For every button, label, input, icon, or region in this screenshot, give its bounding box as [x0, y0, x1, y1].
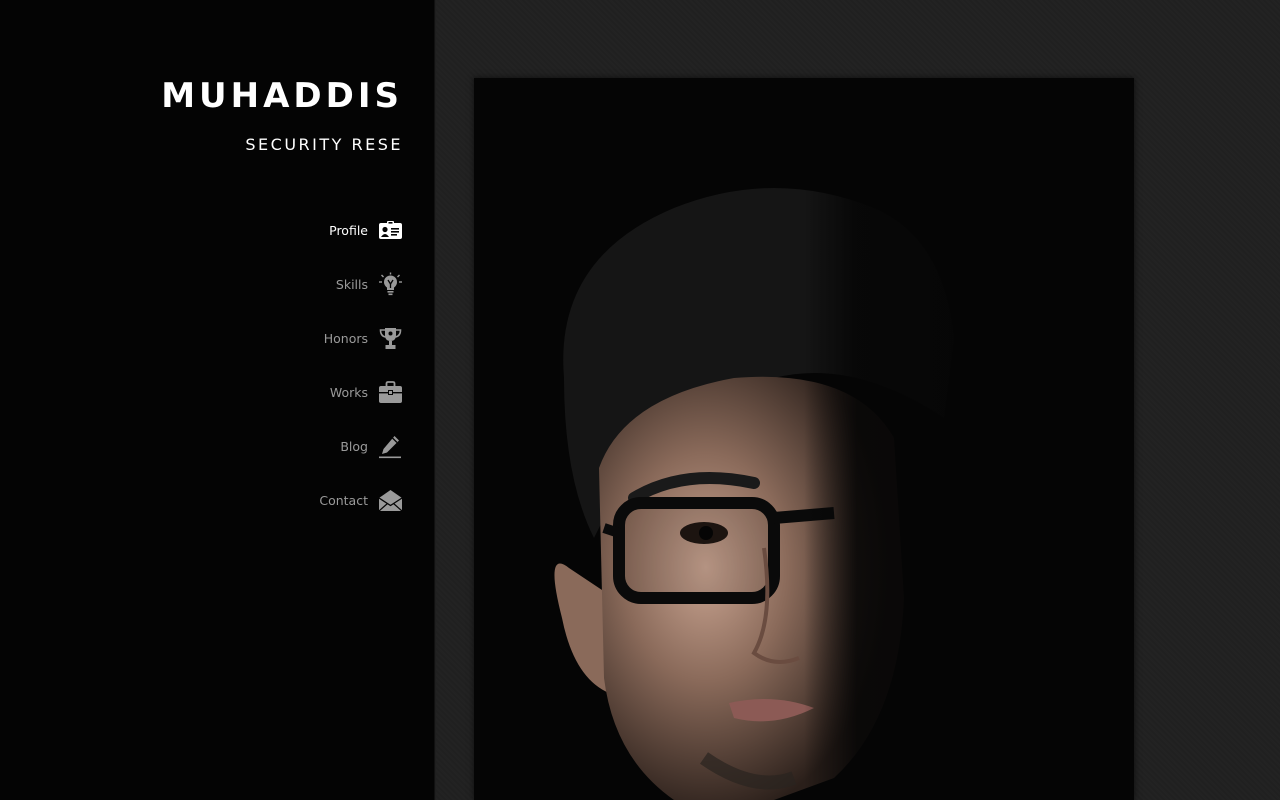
id-card-icon [378, 218, 403, 243]
nav-item-contact[interactable]: Contact [319, 485, 403, 515]
nav-item-label: Blog [340, 438, 368, 454]
nav-item-label: Profile [329, 222, 368, 238]
nav-item-skills[interactable]: Skills [319, 269, 403, 299]
nav-item-label: Skills [335, 276, 368, 292]
site-subtitle: SECURITY RESE [245, 135, 403, 154]
nav-item-label: Honors [323, 330, 368, 346]
main-content [436, 0, 1280, 800]
nav-item-profile[interactable]: Profile [319, 215, 403, 245]
pencil-icon [378, 434, 403, 459]
nav-item-label: Contact [319, 492, 368, 508]
briefcase-icon [378, 380, 403, 405]
nav-item-works[interactable]: Works [319, 377, 403, 407]
lightbulb-icon [378, 272, 403, 297]
profile-portrait-image [474, 78, 1134, 800]
nav-item-label: Works [329, 384, 368, 400]
nav-item-blog[interactable]: Blog [319, 431, 403, 461]
main-nav: Profile Skills Honors Works Blog Contact [319, 215, 403, 539]
site-title[interactable]: MUHADDIS [161, 76, 403, 116]
envelope-icon [378, 488, 403, 513]
nav-item-honors[interactable]: Honors [319, 323, 403, 353]
trophy-icon [378, 326, 403, 351]
page: MUHADDIS SECURITY RESE Profile Skills Ho… [0, 0, 1280, 800]
profile-photo [474, 78, 1134, 800]
sidebar: MUHADDIS SECURITY RESE Profile Skills Ho… [0, 0, 435, 800]
